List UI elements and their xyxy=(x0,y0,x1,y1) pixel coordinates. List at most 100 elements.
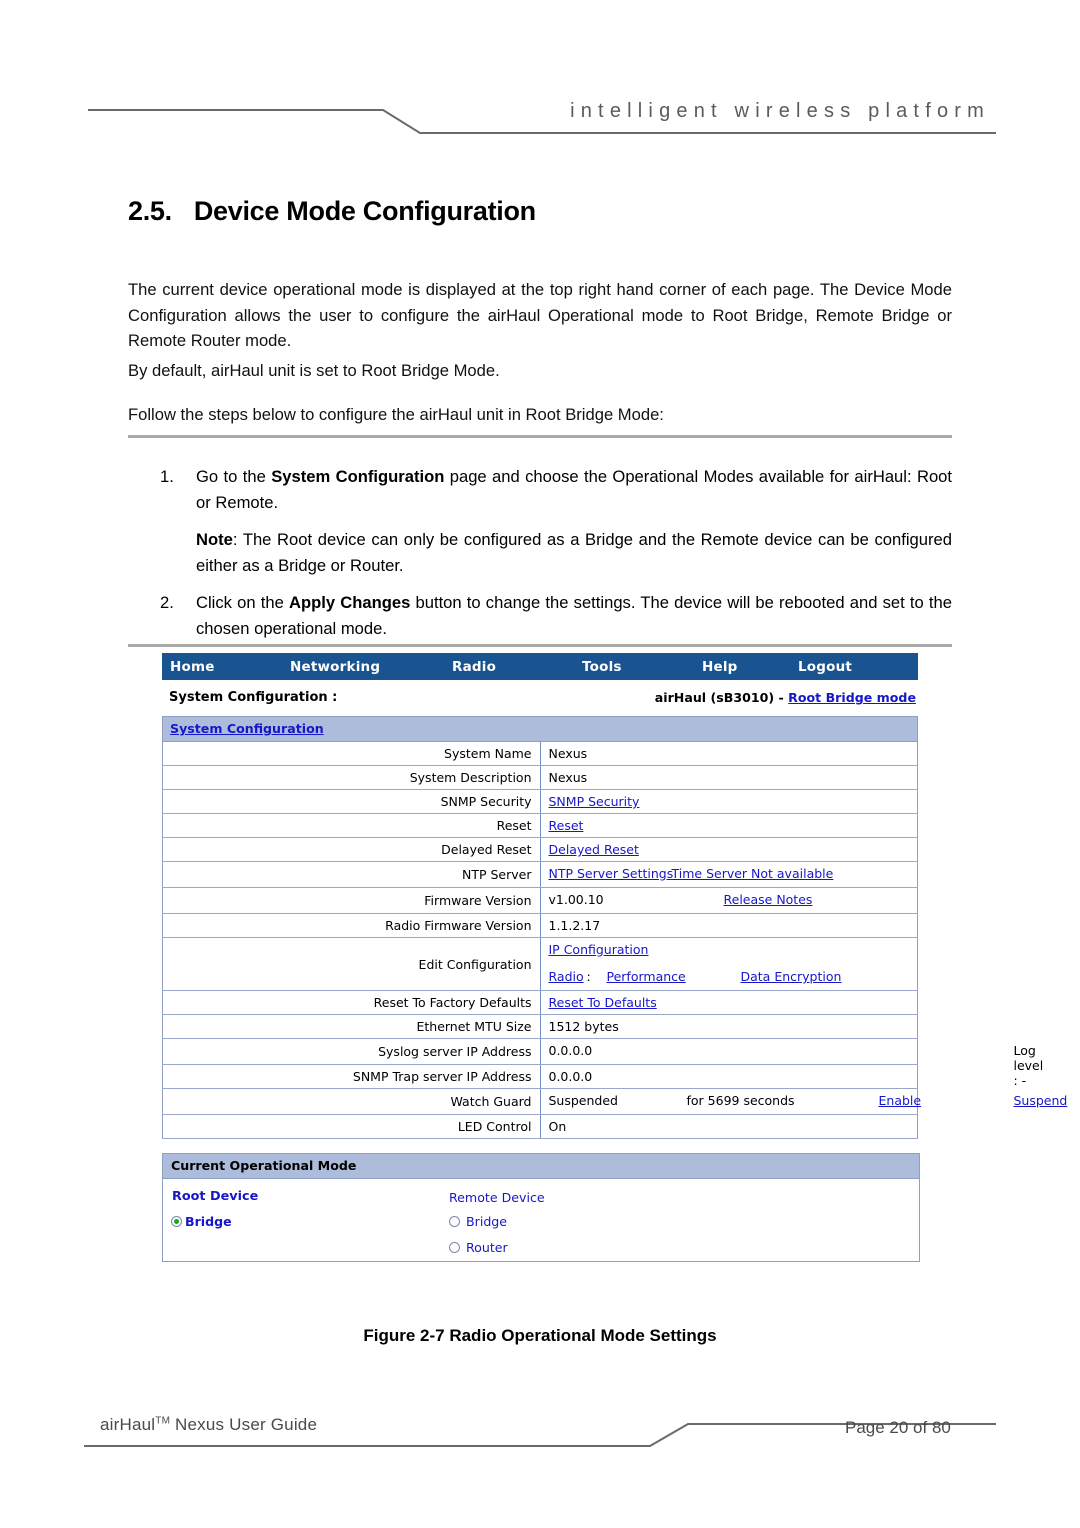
section-heading-text: Device Mode Configuration xyxy=(193,196,536,226)
firmware-version-values: v1.00.10 Release Notes xyxy=(549,892,912,909)
remote-bridge-radio-label: Bridge xyxy=(466,1214,508,1229)
row-value: SNMP Security xyxy=(540,789,918,814)
remote-bridge-radio-option[interactable]: Bridge xyxy=(449,1214,507,1229)
reset-to-defaults-link[interactable]: Reset To Defaults xyxy=(549,995,657,1010)
operational-mode-body: Root Device Remote Device Bridge Bridge … xyxy=(163,1179,919,1261)
performance-link[interactable]: Performance xyxy=(607,969,686,984)
firmware-version-value: v1.00.10 xyxy=(548,892,604,907)
row-value: Suspended for 5699 seconds Enable Suspen… xyxy=(540,1088,1067,1115)
screenshot-title-row: System Configuration : airHaul (sB3010) … xyxy=(162,680,918,716)
table-row: Reset Reset xyxy=(162,813,918,838)
paragraph-steps-intro: Follow the steps below to configure the … xyxy=(128,405,664,424)
navigation-bar: Home Networking Radio Tools Help Logout xyxy=(162,653,918,680)
watch-guard-enable-link[interactable]: Enable xyxy=(879,1093,922,1108)
note-text: Note: The Root device can only be config… xyxy=(196,527,952,578)
row-label: Radio Firmware Version xyxy=(162,913,541,938)
operational-mode-header: Current Operational Mode xyxy=(163,1154,919,1179)
row-value: 0.0.0.0 Log level : - xyxy=(540,1038,1043,1088)
table-row: Reset To Factory Defaults Reset To Defau… xyxy=(162,990,918,1015)
row-value: IP Configuration Radio : Performance Dat… xyxy=(540,937,918,991)
ip-configuration-line: IP Configuration xyxy=(549,942,912,957)
nav-item-radio[interactable]: Radio xyxy=(452,659,496,675)
reset-link[interactable]: Reset xyxy=(549,818,584,833)
table-row: NTP Server NTP Server Settings Time Serv… xyxy=(162,861,918,888)
root-bridge-radio-label: Bridge xyxy=(185,1214,232,1229)
ip-configuration-link[interactable]: IP Configuration xyxy=(549,942,649,957)
row-label: Edit Configuration xyxy=(162,937,541,991)
ntp-server-settings-link[interactable]: NTP Server Settings xyxy=(549,866,674,881)
note-post: : The Root device can only be configured… xyxy=(196,530,952,575)
row-label: System Name xyxy=(162,741,541,766)
figure-caption: Figure 2-7 Radio Operational Mode Settin… xyxy=(363,1326,717,1345)
data-encryption-link[interactable]: Data Encryption xyxy=(741,969,842,984)
nav-item-logout[interactable]: Logout xyxy=(798,659,852,675)
row-value: NTP Server Settings Time Server Not avai… xyxy=(540,861,918,888)
list-item: 2. Click on the Apply Changes button to … xyxy=(128,590,952,641)
page-header: intelligent wireless platform xyxy=(0,0,1080,150)
nav-item-home[interactable]: Home xyxy=(170,659,215,675)
device-mode-indicator: airHaul (sB3010) - Root Bridge mode xyxy=(655,690,916,705)
system-configuration-band-link[interactable]: System Configuration xyxy=(170,721,324,736)
row-label: Watch Guard xyxy=(162,1088,541,1115)
nav-item-help[interactable]: Help xyxy=(702,659,738,675)
row-value: Nexus xyxy=(540,741,918,766)
watch-guard-suspend-link[interactable]: Suspend xyxy=(1014,1093,1068,1108)
ntp-server-values: NTP Server Settings Time Server Not avai… xyxy=(549,866,912,883)
device-model-label: airHaul (sB3010) - xyxy=(654,690,789,705)
header-tagline: intelligent wireless platform xyxy=(570,100,990,122)
delayed-reset-link[interactable]: Delayed Reset xyxy=(549,842,639,857)
step1-pre: Go to the xyxy=(196,467,272,486)
header-decoration-line xyxy=(88,109,996,134)
row-label: Reset To Factory Defaults xyxy=(162,990,541,1015)
row-label: Firmware Version xyxy=(162,887,541,914)
row-value: On xyxy=(540,1114,918,1139)
snmp-security-link[interactable]: SNMP Security xyxy=(549,794,640,809)
table-row: Edit Configuration IP Configuration Radi… xyxy=(162,937,918,991)
table-row: Syslog server IP Address 0.0.0.0 Log lev… xyxy=(162,1038,1043,1088)
log-level-value: Log level : - xyxy=(1013,1043,1044,1088)
footer-page-number: Page 20 of 80 xyxy=(845,1418,951,1437)
divider-bottom xyxy=(128,644,952,647)
table-row: LED Control On xyxy=(162,1114,918,1139)
list-item-text: Go to the System Configuration page and … xyxy=(196,464,952,515)
radio-checked-icon[interactable] xyxy=(171,1216,182,1227)
row-value: Reset xyxy=(540,813,918,838)
nav-item-tools[interactable]: Tools xyxy=(582,659,622,675)
paragraph-default-mode: By default, airHaul unit is set to Root … xyxy=(128,361,500,380)
row-label: NTP Server xyxy=(162,861,541,888)
row-label: Ethernet MTU Size xyxy=(162,1014,541,1039)
screenshot-page-title: System Configuration : xyxy=(169,690,338,705)
note-bold: Note xyxy=(196,530,233,549)
current-operational-mode-panel: Current Operational Mode Root Device Rem… xyxy=(162,1153,920,1262)
radio-unchecked-icon[interactable] xyxy=(449,1242,460,1253)
page-title: 2.5. Device Mode Configuration xyxy=(128,196,536,227)
section-number: 2.5. xyxy=(128,196,172,226)
row-value: Reset To Defaults xyxy=(540,990,918,1015)
table-row: Radio Firmware Version 1.1.2.17 xyxy=(162,913,918,938)
step2-pre: Click on the xyxy=(196,593,289,612)
time-server-status-link[interactable]: Time Server Not available xyxy=(672,866,834,881)
paragraph-intro: The current device operational mode is d… xyxy=(128,280,952,350)
release-notes-link[interactable]: Release Notes xyxy=(724,892,813,907)
footer-doc-name: Nexus User Guide xyxy=(170,1415,318,1434)
radio-colon: : xyxy=(586,969,591,984)
nav-item-networking[interactable]: Networking xyxy=(290,659,380,675)
list-item: 1. Go to the System Configuration page a… xyxy=(128,464,952,515)
table-row: Watch Guard Suspended for 5699 seconds E… xyxy=(162,1088,1067,1115)
root-bridge-mode-link[interactable]: Root Bridge mode xyxy=(788,690,916,705)
watch-guard-status: Suspended xyxy=(548,1093,618,1108)
root-bridge-radio-option[interactable]: Bridge xyxy=(171,1214,232,1229)
table-section-band: System Configuration xyxy=(162,716,918,742)
row-label: Reset xyxy=(162,813,541,838)
radio-unchecked-icon[interactable] xyxy=(449,1216,460,1227)
table-row: Delayed Reset Delayed Reset xyxy=(162,837,918,862)
radio-link[interactable]: Radio xyxy=(549,969,584,984)
table-row: System Description Nexus xyxy=(162,765,918,790)
list-item-text: Click on the Apply Changes button to cha… xyxy=(196,590,952,641)
row-value: Delayed Reset xyxy=(540,837,918,862)
remote-router-radio-option[interactable]: Router xyxy=(449,1240,508,1255)
table-band-cell: System Configuration xyxy=(162,716,918,742)
list-marker: 2. xyxy=(160,593,174,612)
system-configuration-table: System Configuration System Name Nexus S… xyxy=(162,716,1067,1139)
table-row: SNMP Security SNMP Security xyxy=(162,789,918,814)
